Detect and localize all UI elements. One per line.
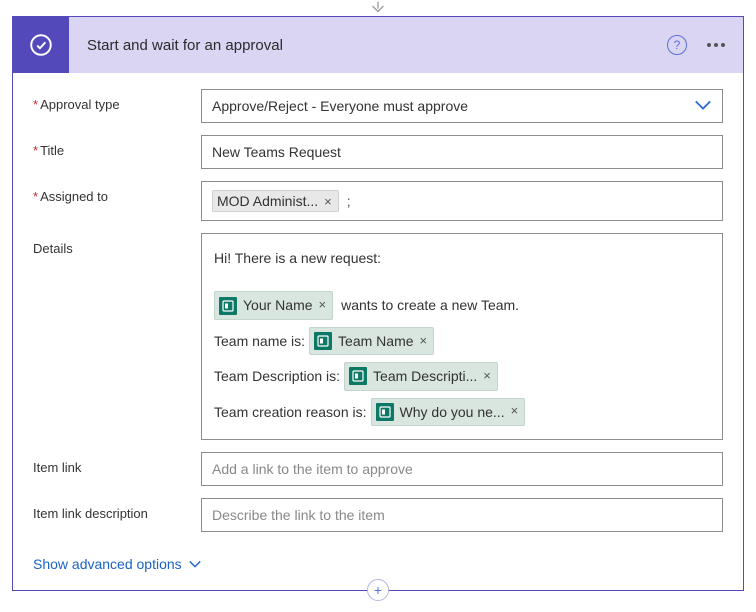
token-why-need[interactable]: Why do you ne... × (371, 398, 526, 426)
chip-remove-icon[interactable]: × (319, 295, 327, 316)
approval-type-select[interactable]: Approve/Reject - Everyone must approve (201, 89, 723, 123)
details-label: Details (33, 233, 201, 256)
item-link-desc-row: Item link description Describe the link … (33, 498, 723, 532)
details-row: Details Hi! There is a new request: Your… (33, 233, 723, 440)
assigned-to-chip[interactable]: MOD Administ... × (212, 190, 339, 212)
approval-icon (13, 17, 69, 73)
item-link-desc-placeholder: Describe the link to the item (212, 507, 385, 523)
card-header[interactable]: Start and wait for an approval ? (13, 17, 743, 73)
title-row: *Title New Teams Request (33, 135, 723, 169)
item-link-input[interactable]: Add a link to the item to approve (201, 452, 723, 486)
details-line3-text: Team Description is: (214, 365, 340, 387)
details-line2-text: Team name is: (214, 330, 305, 352)
item-link-placeholder: Add a link to the item to approve (212, 461, 413, 477)
approval-action-card: Start and wait for an approval ? *Approv… (12, 16, 744, 591)
chip-remove-icon[interactable]: × (420, 331, 428, 352)
token-team-name[interactable]: Team Name × (309, 327, 434, 355)
item-link-row: Item link Add a link to the item to appr… (33, 452, 723, 486)
details-line1-after: wants to create a new Team. (341, 294, 519, 316)
item-link-desc-input[interactable]: Describe the link to the item (201, 498, 723, 532)
show-advanced-button[interactable]: Show advanced options (33, 550, 202, 578)
details-input[interactable]: Hi! There is a new request: Your Name × … (201, 233, 723, 440)
add-step-container: + (0, 590, 756, 612)
forms-icon (376, 403, 394, 421)
details-line4-text: Team creation reason is: (214, 401, 367, 423)
card-title: Start and wait for an approval (87, 37, 667, 54)
separator: ; (347, 193, 351, 209)
forms-icon (314, 332, 332, 350)
forms-icon (219, 297, 237, 315)
flow-arrow-top (0, 0, 756, 16)
help-icon[interactable]: ? (667, 35, 687, 55)
item-link-desc-label: Item link description (33, 498, 201, 521)
token-your-name[interactable]: Your Name × (214, 291, 333, 319)
chip-remove-icon[interactable]: × (324, 194, 332, 209)
chevron-down-icon (188, 556, 202, 572)
forms-icon (349, 367, 367, 385)
assigned-to-row: *Assigned to MOD Administ... × ; (33, 181, 723, 221)
token-team-description[interactable]: Team Descripti... × (344, 362, 498, 390)
title-label: *Title (33, 135, 201, 158)
chip-remove-icon[interactable]: × (483, 366, 491, 387)
approval-type-value: Approve/Reject - Everyone must approve (212, 98, 468, 114)
chevron-down-icon (694, 98, 712, 114)
title-value: New Teams Request (212, 144, 341, 160)
assigned-to-label: *Assigned to (33, 181, 201, 204)
chip-label: MOD Administ... (217, 193, 318, 209)
title-input[interactable]: New Teams Request (201, 135, 723, 169)
chip-remove-icon[interactable]: × (511, 401, 519, 422)
details-intro: Hi! There is a new request: (214, 247, 381, 269)
approval-type-row: *Approval type Approve/Reject - Everyone… (33, 89, 723, 123)
item-link-label: Item link (33, 452, 201, 475)
assigned-to-input[interactable]: MOD Administ... × ; (201, 181, 723, 221)
more-icon[interactable] (703, 43, 729, 47)
show-advanced-label: Show advanced options (33, 556, 182, 572)
approval-type-label: *Approval type (33, 89, 201, 112)
